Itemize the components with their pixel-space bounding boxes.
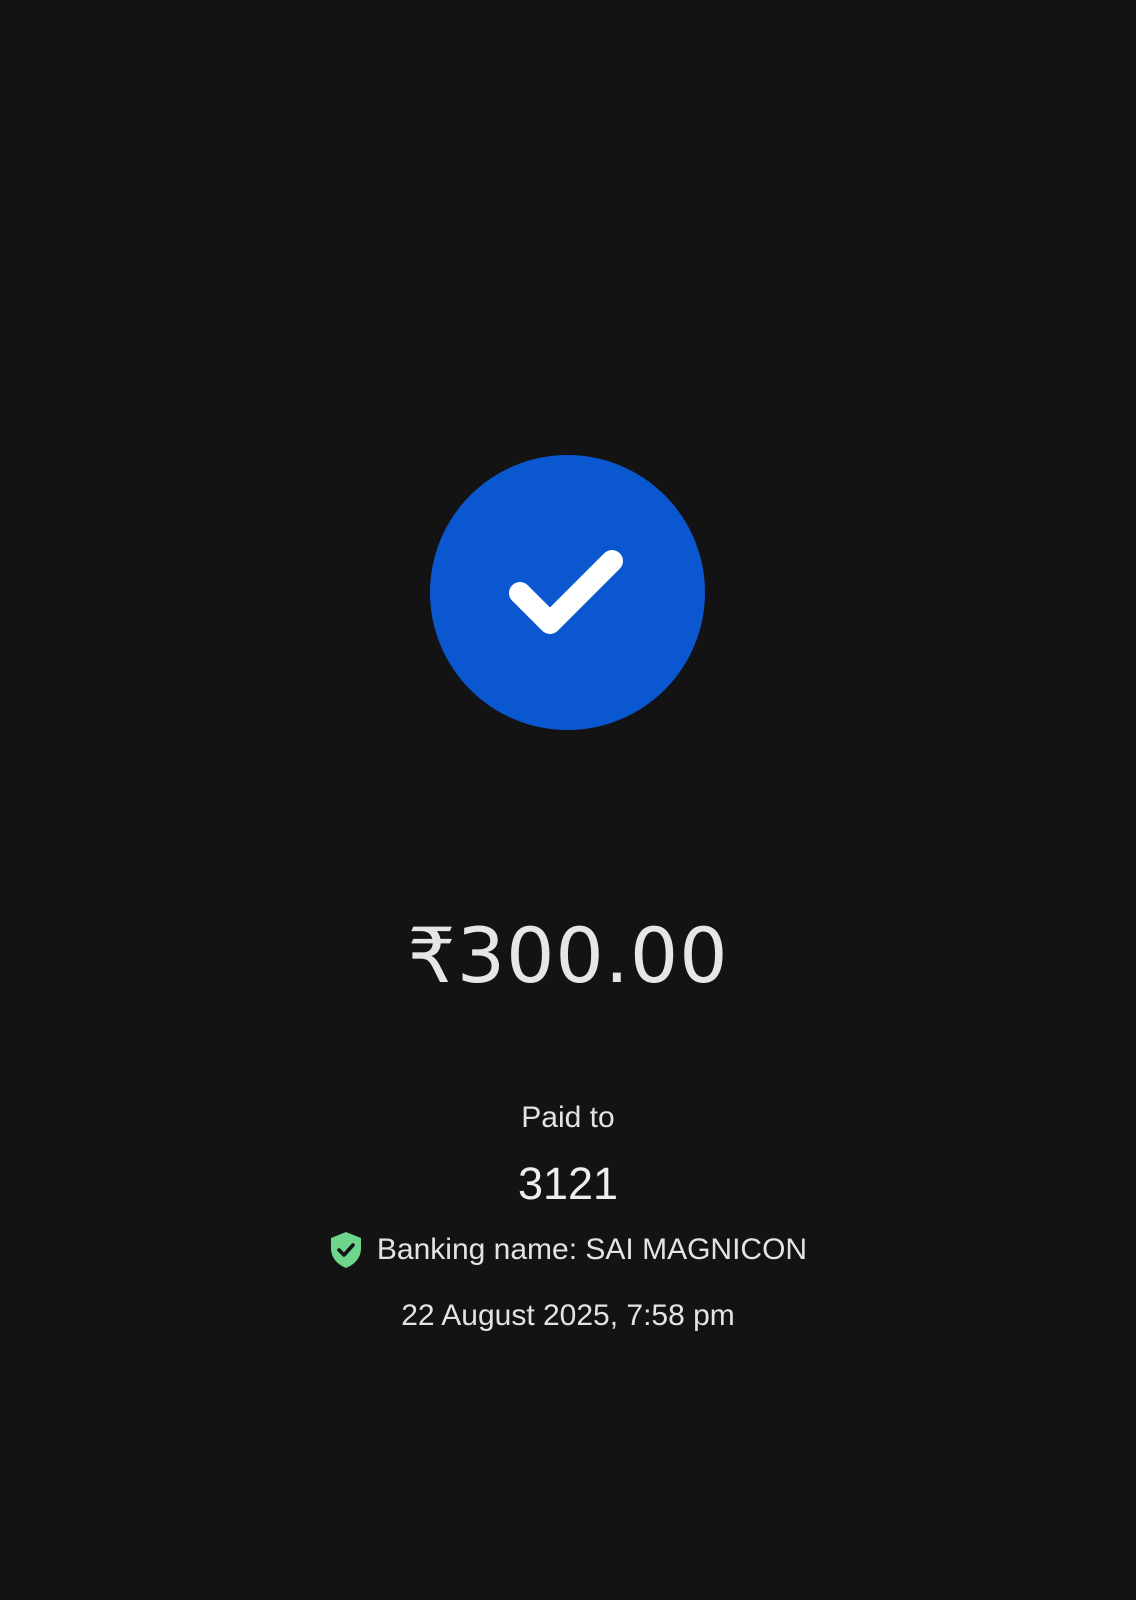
payment-amount: ₹300.00 bbox=[407, 911, 729, 1000]
payee-name: 3121 bbox=[517, 1158, 619, 1209]
payment-success-badge bbox=[430, 455, 705, 730]
payment-datetime: 22 August 2025, 7:58 pm bbox=[401, 1299, 735, 1332]
banking-name-row: Banking name: SAI MAGNICON bbox=[0, 1228, 1136, 1272]
verified-shield-icon bbox=[330, 1232, 361, 1268]
paid-to-label: Paid to bbox=[521, 1101, 615, 1134]
banking-name: Banking name: SAI MAGNICON bbox=[376, 1233, 808, 1266]
check-icon bbox=[509, 550, 623, 634]
